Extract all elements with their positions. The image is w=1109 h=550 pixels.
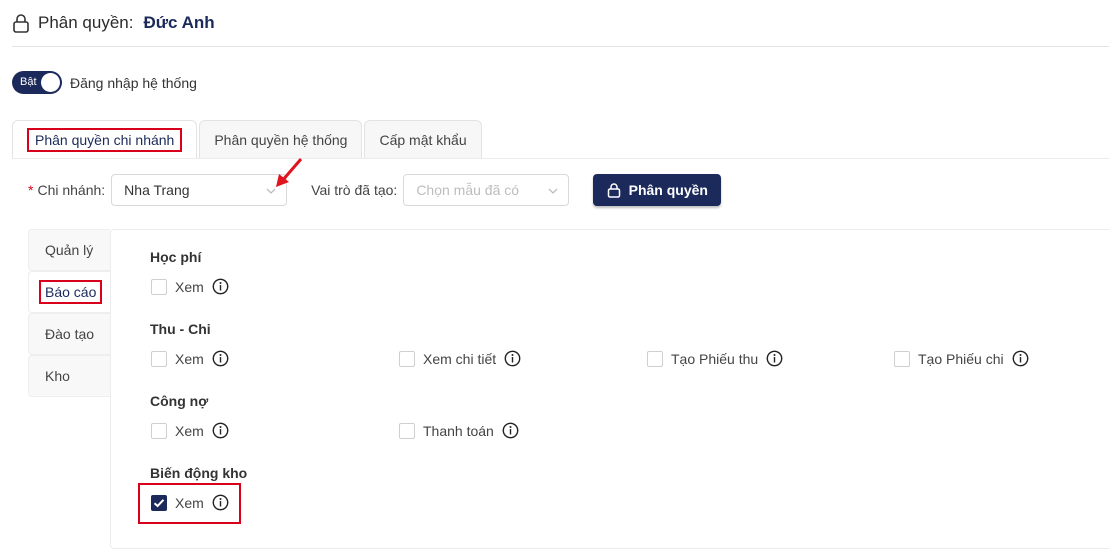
toggle-state-label: Bật <box>20 76 37 88</box>
sidebar-item-warehouse[interactable]: Kho <box>28 355 110 397</box>
sidebar-item-label: Báo cáo <box>39 280 103 304</box>
sidebar-item-label: Kho <box>45 368 70 384</box>
info-icon[interactable] <box>212 422 229 439</box>
tab-label: Phân quyền hệ thống <box>214 131 348 148</box>
perm-label: Tạo Phiếu chi <box>918 350 1004 367</box>
tab-label: Phân quyền chi nhánh <box>27 127 183 152</box>
branch-value: Nha Trang <box>124 182 190 198</box>
group-title-debt: Công nợ <box>150 393 209 409</box>
info-icon[interactable] <box>1012 350 1029 367</box>
perm-label: Xem <box>175 422 204 439</box>
info-icon[interactable] <box>504 350 521 367</box>
chevron-down-icon <box>548 188 558 194</box>
page-title-label: Phân quyền: <box>38 13 134 32</box>
lock-icon <box>607 183 620 198</box>
checkbox[interactable] <box>151 278 167 295</box>
perm-create-payment[interactable]: Tạo Phiếu chi <box>894 350 1029 367</box>
perm-label: Thanh toán <box>423 422 494 439</box>
checkbox[interactable] <box>151 422 167 439</box>
checkbox[interactable] <box>151 350 167 367</box>
role-select[interactable]: Chọn mẫu đã có <box>403 174 570 206</box>
group-title-income-expense: Thu - Chi <box>150 321 211 337</box>
checkbox[interactable] <box>647 350 663 367</box>
info-icon[interactable] <box>502 422 519 439</box>
tabs-divider <box>12 158 1109 159</box>
login-toggle-label: Đăng nhập hệ thống <box>70 74 197 91</box>
tab-branch-permission[interactable]: Phân quyền chi nhánh <box>12 120 198 158</box>
lock-icon <box>13 14 29 33</box>
perm-label: Xem <box>175 278 204 295</box>
perm-label: Xem <box>175 350 204 367</box>
perm-income-view[interactable]: Xem <box>151 350 229 367</box>
permission-content: Học phí Xem Thu - Chi Xem Xem chi tiết T… <box>110 229 1109 549</box>
tab-label: Cấp mật khẩu <box>379 131 467 148</box>
perm-income-view-detail[interactable]: Xem chi tiết <box>399 350 521 367</box>
filter-row: * Chi nhánh: Nha Trang Vai trò đã tạo: C… <box>28 174 722 206</box>
group-title-tuition: Học phí <box>150 249 202 265</box>
info-icon[interactable] <box>766 350 783 367</box>
sidebar-item-management[interactable]: Quản lý <box>28 229 110 271</box>
sidebar-item-reports[interactable]: Báo cáo <box>28 271 110 313</box>
page-header: Phân quyền: Đức Anh <box>12 8 215 38</box>
permission-sidebar: Quản lý Báo cáo Đào tạo Kho <box>28 229 110 397</box>
sidebar-item-training[interactable]: Đào tạo <box>28 313 110 355</box>
permission-button[interactable]: Phân quyền <box>593 174 722 206</box>
checkbox[interactable] <box>399 422 415 439</box>
required-mark: * <box>28 182 34 198</box>
toggle-knob <box>41 73 60 92</box>
perm-label: Tạo Phiếu thu <box>671 350 759 367</box>
branch-select[interactable]: Nha Trang <box>111 174 288 206</box>
page-title-user: Đức Anh <box>143 13 215 32</box>
info-icon[interactable] <box>212 278 229 295</box>
perm-create-receipt[interactable]: Tạo Phiếu thu <box>647 350 783 367</box>
highlight-box <box>138 483 241 524</box>
permission-button-label: Phân quyền <box>628 182 708 198</box>
tab-system-permission[interactable]: Phân quyền hệ thống <box>199 120 363 158</box>
sidebar-item-label: Quản lý <box>45 242 94 258</box>
branch-label: Chi nhánh: <box>37 182 106 198</box>
annotation-arrow-icon <box>276 158 303 187</box>
perm-tuition-view[interactable]: Xem <box>151 278 229 295</box>
header-divider <box>12 46 1109 47</box>
info-icon[interactable] <box>212 350 229 367</box>
login-toggle[interactable]: Bật <box>12 71 62 94</box>
tab-password[interactable]: Cấp mật khẩu <box>364 120 482 158</box>
role-label: Vai trò đã tạo: <box>311 182 398 198</box>
checkbox[interactable] <box>399 350 415 367</box>
tab-bar: Phân quyền chi nhánh Phân quyền hệ thống… <box>12 120 482 158</box>
perm-debt-view[interactable]: Xem <box>151 422 229 439</box>
sidebar-item-label: Đào tạo <box>45 326 95 342</box>
role-placeholder: Chọn mẫu đã có <box>416 182 520 198</box>
group-title-stock-movement: Biến động kho <box>150 465 248 481</box>
login-toggle-row: Bật Đăng nhập hệ thống <box>12 71 197 94</box>
perm-debt-pay[interactable]: Thanh toán <box>399 422 519 439</box>
perm-label: Xem chi tiết <box>423 350 497 367</box>
checkbox[interactable] <box>894 350 910 367</box>
